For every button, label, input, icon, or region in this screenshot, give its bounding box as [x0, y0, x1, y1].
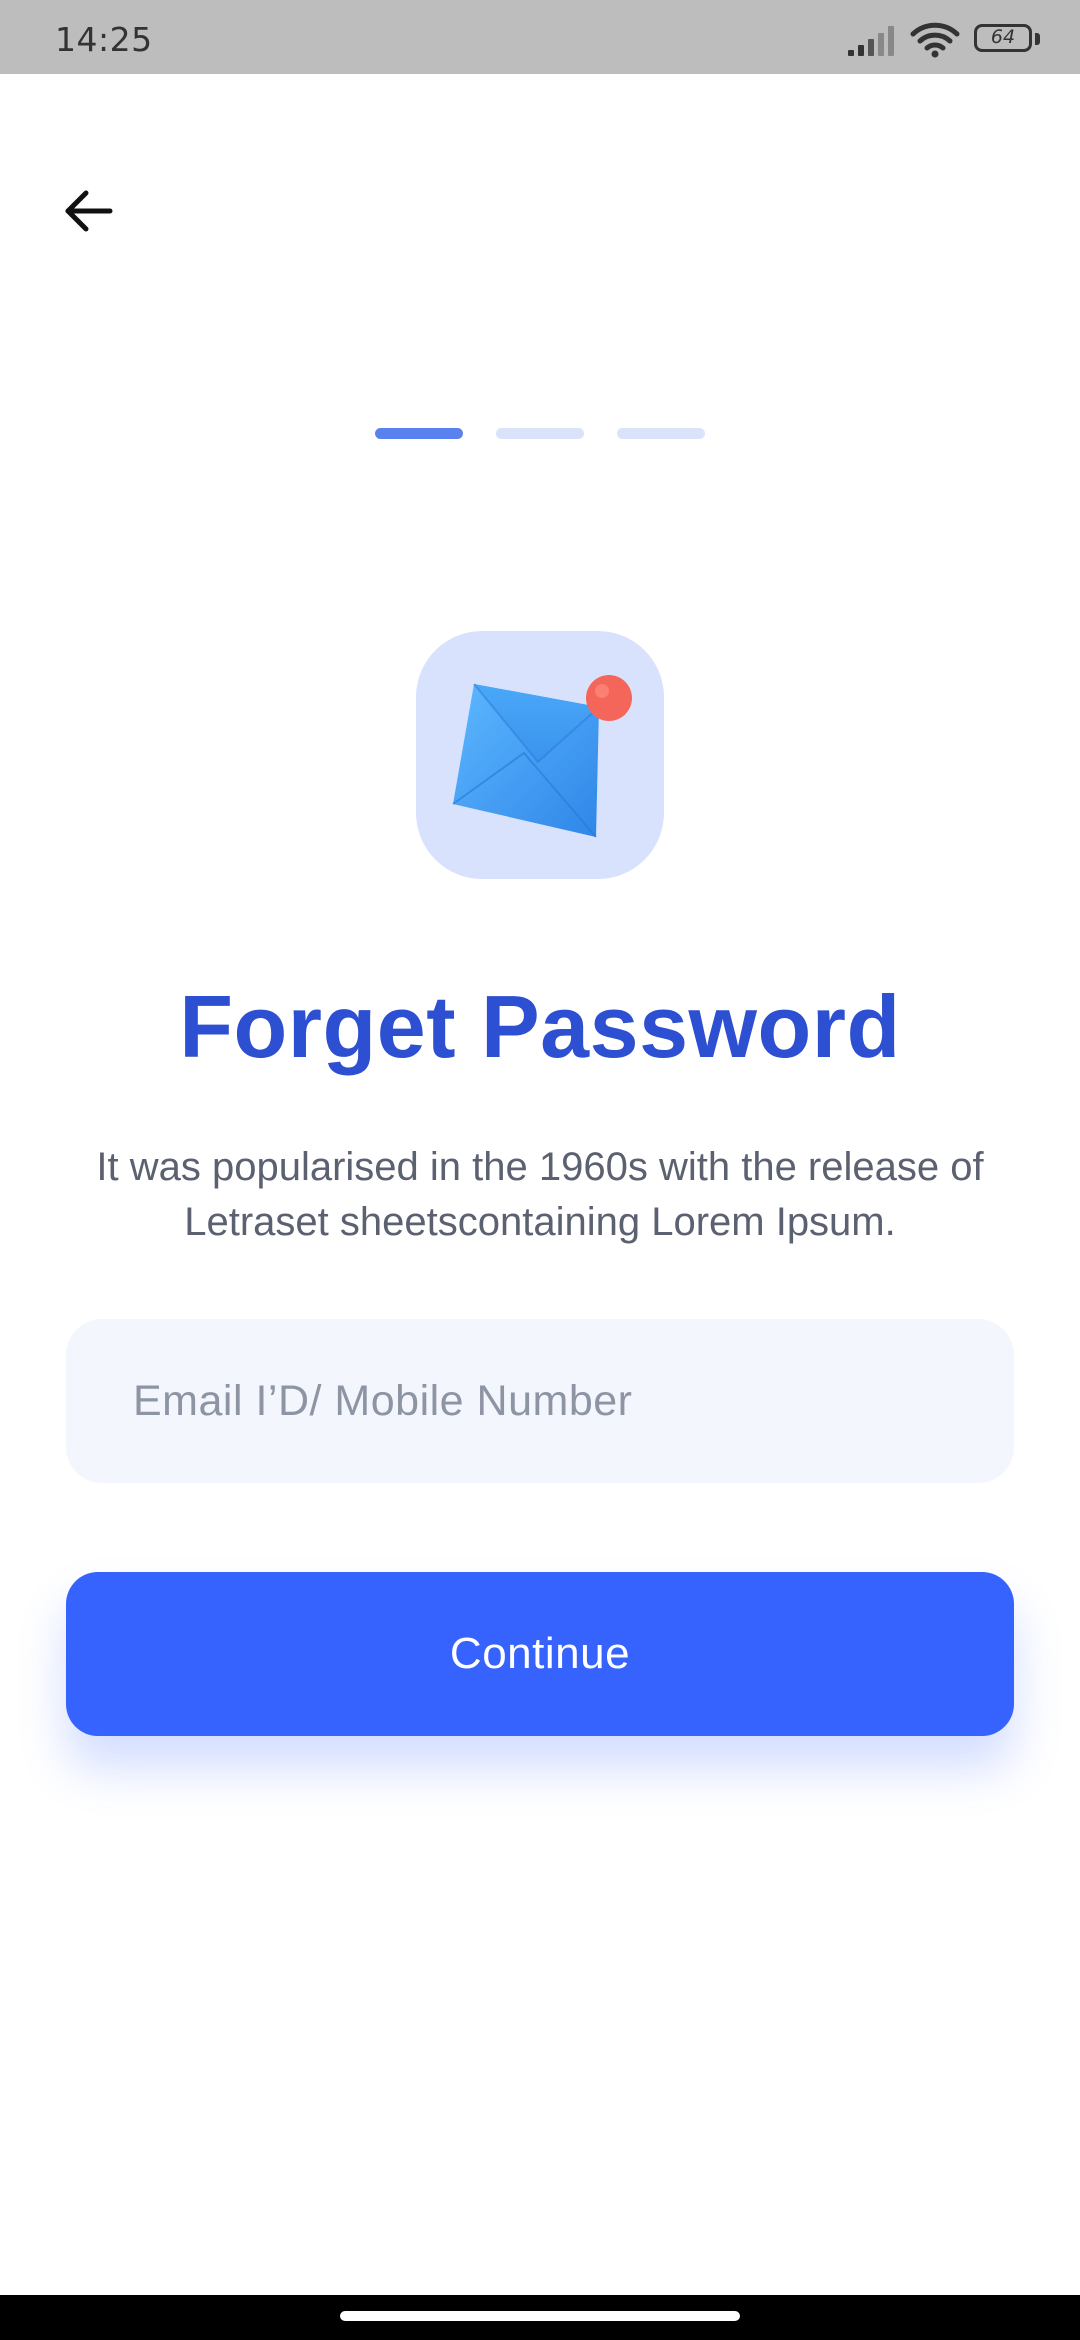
back-button[interactable]	[52, 175, 124, 247]
signal-icon	[848, 26, 894, 56]
envelope-notification-icon	[452, 675, 632, 838]
illustration-tile	[416, 631, 664, 879]
wifi-icon	[910, 22, 960, 58]
battery-level: 64	[990, 26, 1016, 48]
status-icons: 64	[846, 20, 1040, 60]
email-field[interactable]	[66, 1319, 1014, 1483]
status-bar: 14:25 64	[0, 0, 1080, 74]
home-indicator[interactable]	[340, 2311, 740, 2321]
step-3	[617, 428, 705, 439]
status-time: 14:25	[55, 20, 153, 59]
battery-icon: 64	[974, 24, 1040, 56]
page-description: It was popularised in the 1960s with the…	[96, 1145, 984, 1244]
page-title: Forget Password	[179, 977, 901, 1076]
navigation-bar	[0, 2295, 1080, 2340]
step-indicator	[0, 428, 1080, 439]
email-field-container	[66, 1319, 1014, 1483]
step-1-active	[375, 428, 463, 439]
arrow-left-icon	[65, 190, 113, 232]
step-2	[496, 428, 584, 439]
continue-button[interactable]: Continue	[66, 1572, 1014, 1736]
